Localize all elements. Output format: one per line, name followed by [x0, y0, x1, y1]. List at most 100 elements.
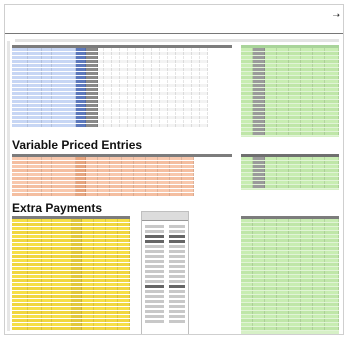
- blue-table-cell: [144, 100, 152, 103]
- blue-table-cell: [12, 64, 28, 67]
- yellow-table-cell: [12, 223, 28, 226]
- blue-table-cell: [104, 68, 112, 71]
- orange-table-cell: [98, 165, 110, 168]
- green-bottom-cell: [325, 311, 339, 314]
- orange-table-cell: [76, 189, 86, 192]
- blue-table-cell: [144, 68, 152, 71]
- yellow-table-cell: [118, 283, 130, 286]
- yellow-table-cell: [94, 275, 106, 278]
- green-bottom-cell: [289, 327, 301, 330]
- orange-table-cell: [146, 157, 158, 160]
- yellow-table-cell: [82, 259, 94, 262]
- green-top-cell: [277, 52, 289, 55]
- blue-table-cell: [192, 112, 200, 115]
- yellow-table-cell: [12, 235, 28, 238]
- blue-table-cell: [192, 120, 200, 123]
- blue-table-cell: [200, 92, 208, 95]
- yellow-table-cell: [52, 247, 72, 250]
- blue-table-cell: [104, 52, 112, 55]
- yellow-table-cell: [72, 263, 82, 266]
- yellow-table-cell: [118, 251, 130, 254]
- orange-table-cell: [170, 173, 182, 176]
- yellow-table-cell: [118, 279, 130, 282]
- green-top-cell: [313, 132, 325, 135]
- green-mid-cell: [301, 185, 313, 188]
- green-bottom-cell: [241, 295, 253, 298]
- blue-table-cell: [152, 120, 160, 123]
- green-bottom-cell: [253, 267, 265, 270]
- blue-table-cell: [184, 124, 192, 127]
- blue-table-cell: [200, 96, 208, 99]
- yellow-table-cell: [52, 263, 72, 266]
- yellow-table-cell: [12, 247, 28, 250]
- blue-table-cell: [42, 92, 52, 95]
- yellow-table-cell: [52, 259, 72, 262]
- yellow-table-cell: [12, 279, 28, 282]
- green-top-cell: [277, 60, 289, 63]
- yellow-table-cell: [72, 303, 82, 306]
- blue-table-cell: [200, 84, 208, 87]
- green-bottom-cell: [289, 247, 301, 250]
- blue-table-cell: [128, 80, 136, 83]
- green-top-cell: [325, 124, 339, 127]
- orange-table-cell: [12, 181, 28, 184]
- green-bottom-cell: [301, 283, 313, 286]
- orange-table-cell: [158, 157, 170, 160]
- green-bottom-cell: [277, 259, 289, 262]
- orange-table-cell: [12, 193, 28, 196]
- blue-table-cell: [52, 64, 76, 67]
- green-top-cell: [265, 132, 277, 135]
- green-mid-cell: [289, 177, 301, 180]
- yellow-table-cell: [52, 279, 72, 282]
- green-bottom-cell: [241, 303, 253, 306]
- yellow-table-cell: [106, 295, 118, 298]
- green-bottom-cell: [313, 219, 325, 222]
- green-top-cell: [277, 84, 289, 87]
- yellow-table-cell: [82, 247, 94, 250]
- orange-table-cell: [134, 161, 146, 164]
- yellow-table-cell: [106, 247, 118, 250]
- yellow-table-cell: [12, 231, 28, 234]
- yellow-table-cell: [118, 275, 130, 278]
- blue-table-cell: [152, 56, 160, 59]
- yellow-table-cell: [82, 303, 94, 306]
- green-bottom-cell: [325, 275, 339, 278]
- vertical-scrollbar[interactable]: [7, 41, 10, 331]
- green-bottom-cell: [301, 243, 313, 246]
- green-bottom-cell: [301, 223, 313, 226]
- yellow-table-cell: [42, 219, 52, 222]
- yellow-table-cell: [12, 283, 28, 286]
- green-bottom-cell: [253, 303, 265, 306]
- blue-table-cell: [128, 108, 136, 111]
- blue-table-cell: [120, 76, 128, 79]
- blue-table-cell: [176, 68, 184, 71]
- orange-table-cell: [182, 165, 194, 168]
- orange-table-cell: [42, 193, 52, 196]
- green-top-cell: [277, 132, 289, 135]
- green-bottom-cell: [277, 267, 289, 270]
- green-bottom-cell: [289, 239, 301, 242]
- blue-table-cell: [176, 72, 184, 75]
- orange-table-cell: [122, 185, 134, 188]
- blue-table-cell: [12, 60, 28, 63]
- green-bottom-cell: [277, 283, 289, 286]
- yellow-table-cell: [82, 275, 94, 278]
- blue-table-cell: [192, 108, 200, 111]
- blue-table-cell: [136, 76, 144, 79]
- green-mid-cell: [325, 161, 339, 164]
- yellow-table-cell: [94, 251, 106, 254]
- blue-table-cell: [42, 64, 52, 67]
- green-bottom-cell: [301, 323, 313, 326]
- orange-table-cell: [12, 173, 28, 176]
- yellow-table-cell: [28, 251, 42, 254]
- blue-table-cell: [152, 60, 160, 63]
- green-bottom-cell: [313, 315, 325, 318]
- orange-table-cell: [28, 181, 42, 184]
- blue-table-cell: [184, 100, 192, 103]
- blue-table-cell: [168, 96, 176, 99]
- green-table-top: [241, 45, 339, 137]
- orange-table-cell: [86, 177, 98, 180]
- orange-table-cell: [182, 161, 194, 164]
- yellow-table-cell: [52, 319, 72, 322]
- blue-table-cell: [200, 60, 208, 63]
